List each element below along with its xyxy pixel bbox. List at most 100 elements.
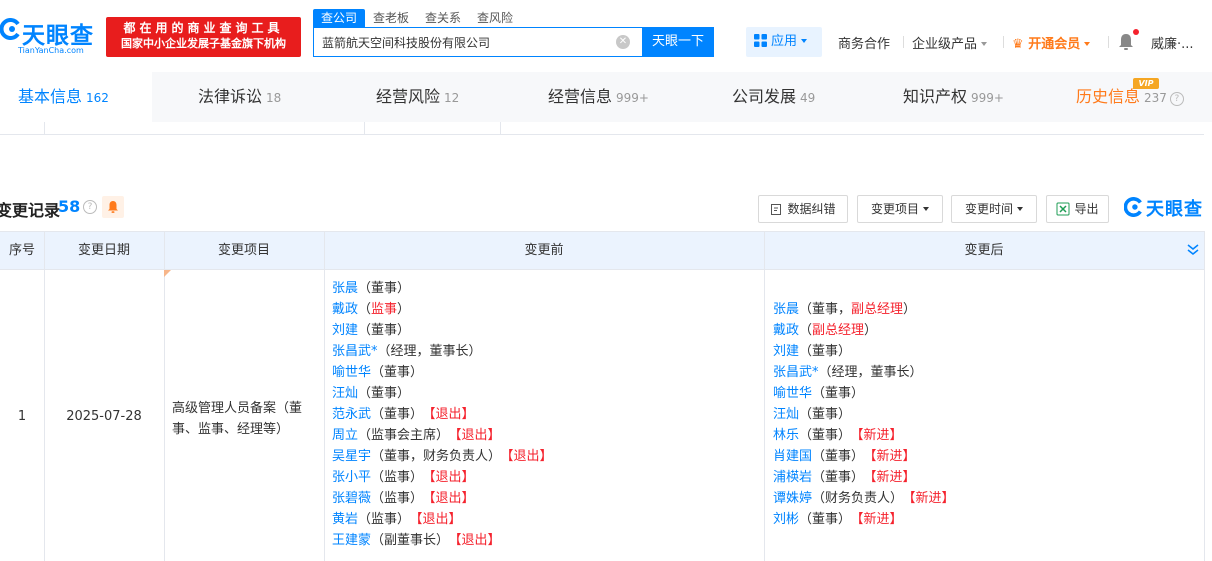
button-label: 变更时间 [964,202,1013,216]
person-name-link[interactable]: 刘建 [773,344,799,359]
person-name-link[interactable]: 张昌武* [773,365,819,380]
search-button[interactable]: 天眼一下 [642,27,714,57]
tab-ip[interactable]: 知识产权 999+ [903,72,1004,122]
person-name-link[interactable]: 张昌武* [332,344,378,359]
person-name-link[interactable]: 戴政 [332,302,358,317]
person-role: ） [488,449,502,464]
clear-icon[interactable]: ✕ [616,35,630,49]
person-role: ） [864,323,878,338]
bell-icon[interactable] [1118,33,1134,51]
search-box: ✕ 天眼一下 [313,27,714,57]
previous-table-bottom [0,122,1204,135]
logo-eye-icon [1124,197,1142,217]
vip-label: 开通会员 [1028,37,1081,52]
person-name-link[interactable]: 刘建 [332,323,358,338]
person-name-link[interactable]: 张晨 [773,302,799,317]
promo-banner[interactable]: 都在用的商业查询工具 国家中小企业发展子基金旗下机构 [106,17,301,57]
person-role: （副董事长 [371,533,437,548]
tab-legal[interactable]: 法律诉讼 18 [198,72,281,122]
person-name-link[interactable]: 谭姝婷 [773,491,812,506]
person-role: （董事， [799,302,852,317]
search-input[interactable] [314,28,642,56]
enterprise-products-menu[interactable]: 企业级产品 [912,33,988,52]
vip-badge: VIP [1133,78,1159,89]
tab-operating-info[interactable]: 经营信息 999+ [548,72,649,122]
change-time-filter[interactable]: 变更时间 [951,195,1037,223]
search-tab-risk[interactable]: 查风险 [469,9,521,27]
enterprise-products-label: 企业级产品 [912,37,978,52]
person-role: （董事，财务负责人 [371,449,489,464]
cell-after: 张晨（董事，副总经理） 戴政（副总经理） 刘建（董事） 张昌武*（经理，董事长） 喻世华… [773,299,955,530]
person-role: （董事 [812,470,852,485]
promo-line-2: 国家中小企业发展子基金旗下机构 [121,37,286,50]
person-role: （ [358,302,372,317]
site-logo[interactable]: 天眼查 TianYanCha.com [0,14,100,60]
person-name-link[interactable]: 黄岩 [332,512,358,527]
help-icon[interactable]: ? [83,200,97,214]
person-role: （监事 [358,512,398,527]
help-icon[interactable]: ? [1169,92,1184,106]
data-correction-button[interactable]: 数据纠错 [758,195,848,223]
person-entry: 周立（监事会主席） 【退出】 [332,425,553,446]
person-entry: 张晨（董事，副总经理） [773,299,955,320]
person-entry: 张碧薇（监事） 【退出】 [332,488,553,509]
person-name-link[interactable]: 喻世华 [773,386,812,401]
tab-operating-risk[interactable]: 经营风险 12 [376,72,459,122]
change-item-filter[interactable]: 变更项目 [857,195,943,223]
change-tag: 【新进】 [870,449,916,464]
button-label: 变更项目 [870,202,919,216]
person-role: （财务负责人 [812,491,891,506]
tab-count: 999+ [616,91,649,105]
person-name-link[interactable]: 肖建国 [773,449,812,464]
person-entry: 浦楧岩（董事） 【新进】 [773,467,955,488]
person-role: （监事会主席 [358,428,437,443]
person-name-link[interactable]: 周立 [332,428,358,443]
person-name-link[interactable]: 张晨 [332,281,358,296]
tab-development[interactable]: 公司发展 49 [732,72,815,122]
monitor-bell-button[interactable] [102,196,124,218]
user-menu[interactable]: 威廉·... [1151,33,1194,52]
cell-change-item: 高级管理人员备案（董事、监事、经理等） [172,401,303,437]
person-role: ） [410,491,424,506]
person-role: ） [397,323,411,338]
search-tab-relation[interactable]: 查关系 [417,9,469,27]
tab-basic-info[interactable]: 基本信息 162 [0,72,152,122]
change-tag: 【退出】 [429,470,475,485]
column-header-before: 变更前 [524,243,564,258]
company-tabs: 基本信息 162 法律诉讼 18 经营风险 12 经营信息 999+ 公司发展 49 知识… [0,72,1212,122]
change-tag: 【新进】 [870,470,916,485]
cell-before: 张晨（董事） 戴政（监事） 刘建（董事） 张昌武*（经理，董事长） 喻世华（董事） 汪灿（… [332,278,553,551]
person-name-link[interactable]: 张小平 [332,470,371,485]
vip-membership-menu[interactable]: ♛ 开通会员 [1012,33,1091,52]
person-role: ） [410,365,424,380]
person-name-link[interactable]: 戴政 [773,323,799,338]
expand-all-icon[interactable] [1186,243,1200,257]
apps-menu-button[interactable]: 应用 [746,27,822,57]
search-tab-boss[interactable]: 查老板 [365,9,417,27]
tab-label: 法律诉讼 [198,87,263,106]
person-name-link[interactable]: 王建蒙 [332,533,371,548]
person-name-link[interactable]: 林乐 [773,428,799,443]
person-name-link[interactable]: 吴星宇 [332,449,371,464]
person-entry: 范永武（董事） 【退出】 [332,404,553,425]
person-name-link[interactable]: 汪灿 [332,386,358,401]
person-name-link[interactable]: 刘彬 [773,512,799,527]
person-role: ） [397,302,411,317]
tab-history[interactable]: 历史信息 237? [1076,72,1184,122]
divider [1204,231,1205,561]
apps-label: 应用 [771,34,798,49]
person-name-link[interactable]: 汪灿 [773,407,799,422]
divider [44,231,45,561]
divider [324,231,325,561]
divider [500,122,501,135]
person-name-link[interactable]: 张碧薇 [332,491,371,506]
person-role: ） [397,281,411,296]
tab-count: 999+ [971,91,1004,105]
person-role-changed: 副总经理 [851,302,904,317]
search-tab-company[interactable]: 查公司 [313,9,366,27]
business-cooperation-link[interactable]: 商务合作 [838,33,890,52]
person-name-link[interactable]: 浦楧岩 [773,470,812,485]
person-name-link[interactable]: 喻世华 [332,365,371,380]
export-button[interactable]: 导出 [1046,195,1109,223]
person-name-link[interactable]: 范永武 [332,407,371,422]
